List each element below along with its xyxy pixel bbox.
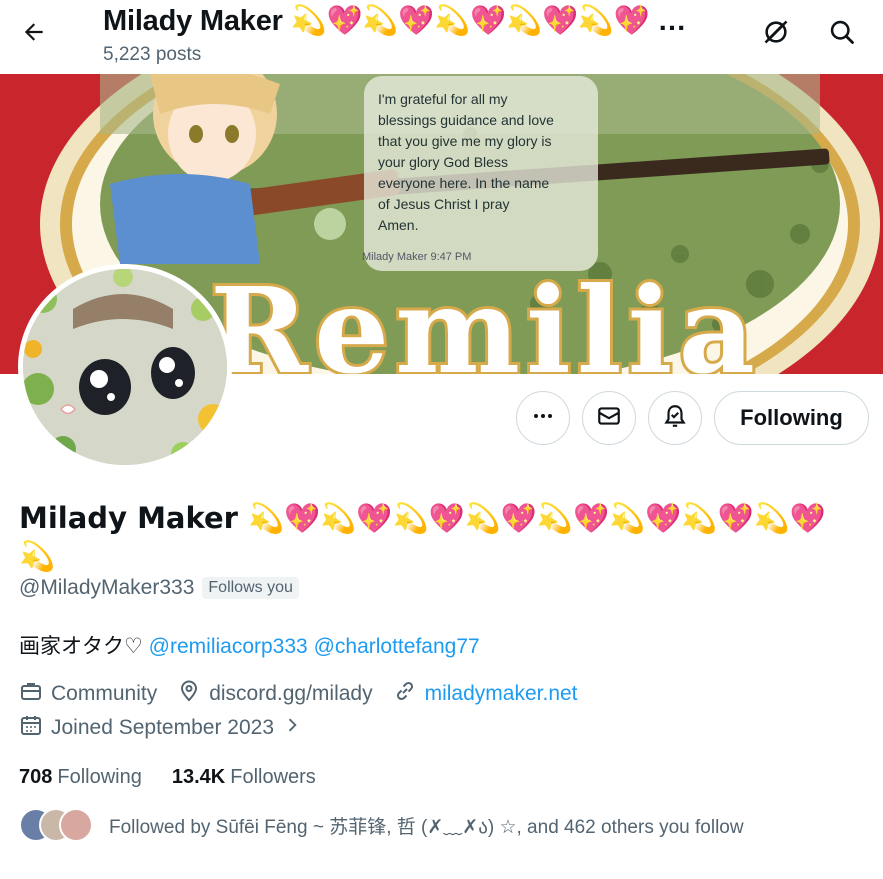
website-item[interactable]: miladymaker.net [393,679,578,709]
link-icon [393,679,417,709]
avatar [59,808,93,842]
profile-avatar[interactable] [18,264,232,470]
message-line: I'm grateful for all my [378,91,508,107]
search-button[interactable] [822,14,862,54]
chevron-right-icon [282,715,302,741]
search-icon [828,18,856,51]
location-text: discord.gg/milady [209,682,373,705]
followers-label: Followers [230,766,316,788]
bio-text: 画家オタク♡ [19,635,149,658]
message-line: that you give me my glory is [378,133,552,149]
more-icon [531,404,555,433]
joined-text: Joined September 2023 [51,716,274,739]
follow-stats: 708 Following 13.4K Followers [19,766,346,789]
website-link[interactable]: miladymaker.net [425,682,578,706]
message-line: everyone here. In the name [378,175,549,191]
following-button[interactable]: Following [714,391,869,445]
message-line: Amen. [378,217,418,233]
location-item: discord.gg/milady [177,679,373,709]
profile-name: Milady Maker 💫💖💫💖💫💖💫💖💫💖💫💖💫💖💫💖💫 [19,500,849,576]
profile-header: Milady Maker 💫💖💫💖💫💖💫💖💫💖 … 5,223 posts [0,0,883,74]
followed-by-avatars [19,808,95,842]
followers-stat[interactable]: 13.4K Followers [172,766,316,789]
following-stat[interactable]: 708 Following [19,766,142,789]
back-button[interactable] [14,14,54,54]
followed-by-text: Followed by Sūfēi Fēng ~ 苏菲锋, 哲 (✗﹏✗ა) ☆… [109,816,744,838]
posts-count: 5,223 posts [103,44,202,65]
following-label: Following [57,766,142,788]
profile-handle: @MiladyMaker333 [19,576,195,599]
envelope-icon [596,403,622,434]
message-line: your glory God Bless [378,154,508,170]
profile-bio: 画家オタク♡ @remiliacorp333 @charlottefang77 [19,630,480,660]
bio-mention-charlottefang[interactable]: @charlottefang77 [314,635,480,658]
banner-brand-text: Remilia [210,261,761,374]
location-pin-icon [177,679,201,709]
grok-icon [762,18,790,51]
profile-name-text: Milady Maker 💫💖💫💖💫💖💫💖💫💖💫💖💫💖💫💖💫 [19,501,826,573]
briefcase-icon [19,679,43,709]
arrow-left-icon [21,19,47,50]
header-title: Milady Maker 💫💖💫💖💫💖💫💖💫💖 … [103,5,687,37]
follows-you-badge: Follows you [202,577,299,599]
joined-item[interactable]: Joined September 2023 [19,713,302,743]
joined-row[interactable]: Joined September 2023 [19,713,322,743]
message-button[interactable] [582,391,636,445]
followed-by-row[interactable]: Followed by Sūfēi Fēng ~ 苏菲锋, 哲 (✗﹏✗ა) ☆… [19,808,744,842]
bio-mention-remiliacorp[interactable]: @remiliacorp333 [149,635,308,658]
message-line: blessings guidance and love [378,112,554,128]
more-options-button[interactable] [516,391,570,445]
message-line: of Jesus Christ I pray [378,196,510,212]
grok-button[interactable] [756,14,796,54]
following-count: 708 [19,766,53,788]
profile-meta-row: Community discord.gg/milady miladymaker.… [19,679,598,709]
category-text: Community [51,682,158,705]
followers-count: 13.4K [171,766,226,788]
message-avatar [314,208,346,240]
category-item: Community [19,679,157,709]
handle-row: @MiladyMaker333 Follows you [19,576,299,600]
notifications-button[interactable] [648,391,702,445]
calendar-icon [19,713,43,743]
bell-check-icon [662,403,688,434]
